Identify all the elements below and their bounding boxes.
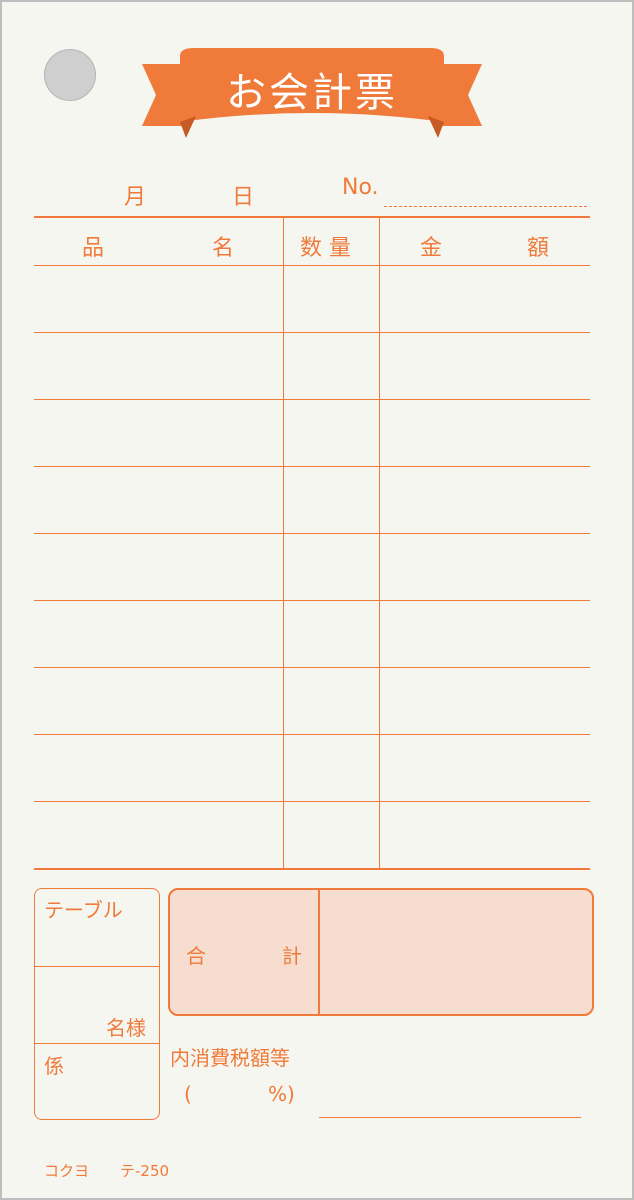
header-amount-a: 金 [420, 236, 443, 261]
total-box [168, 888, 594, 1016]
column-divider-amount [379, 218, 380, 869]
table-row[interactable] [34, 466, 590, 467]
header-item-b: 名 [212, 236, 235, 261]
table-row[interactable] [34, 332, 590, 333]
guest-count-label: 名様 [106, 1016, 146, 1040]
number-label: No. [342, 175, 379, 200]
header-amount-b: 額 [527, 236, 550, 261]
table-row[interactable] [34, 734, 590, 735]
total-divider [318, 890, 320, 1014]
table-row[interactable] [34, 399, 590, 400]
box-divider [35, 1043, 159, 1044]
total-label-a: 合 [186, 944, 206, 968]
tax-paren-open: ( [184, 1082, 192, 1106]
punch-hole [44, 49, 96, 101]
tax-label: 内消費税額等 [170, 1046, 290, 1070]
table-row[interactable] [34, 533, 590, 534]
table-number-label: テーブル [44, 898, 123, 922]
table-row[interactable] [34, 600, 590, 601]
form-title: お会計票 [226, 70, 398, 116]
receipt-form: お会計票 月 日 No. 品 名 数 量 金 額 テーブル 名様 係 合 計 内… [0, 0, 634, 1200]
month-label: 月 [124, 185, 147, 210]
header-item-a: 品 [82, 236, 105, 261]
table-row[interactable] [34, 801, 590, 802]
box-divider [35, 966, 159, 967]
table-row[interactable] [34, 667, 590, 668]
header-quantity: 数 量 [300, 236, 351, 261]
header-bottom-rule [34, 265, 590, 266]
number-field-line [384, 206, 587, 207]
table-top-rule [34, 216, 590, 218]
tax-percent: %) [268, 1082, 295, 1106]
tax-amount-line [319, 1117, 581, 1118]
day-label: 日 [232, 185, 255, 210]
model-number: テ-250 [120, 1162, 170, 1180]
total-label-b: 計 [282, 944, 302, 968]
column-divider-qty [283, 218, 284, 869]
staff-label: 係 [44, 1054, 64, 1078]
table-bottom-rule [34, 868, 590, 870]
brand-label: コクヨ [44, 1162, 90, 1180]
